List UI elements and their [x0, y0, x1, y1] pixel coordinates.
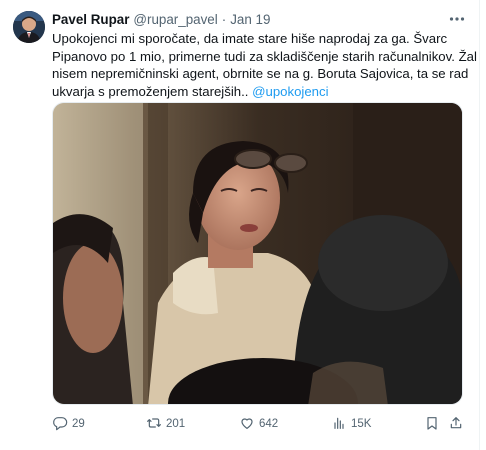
share-button[interactable] — [448, 413, 468, 435]
more-dots-icon[interactable] — [448, 10, 466, 28]
tweet-date[interactable]: Jan 19 — [230, 12, 270, 27]
tweet-text-line-last: ukvarja s premoženjem starejših.. @upoko… — [52, 83, 457, 101]
share-icon — [448, 415, 468, 434]
repost-count: 201 — [166, 418, 186, 430]
bookmark-icon — [424, 415, 444, 434]
repost-button[interactable]: 201 — [146, 413, 185, 435]
bookmark-button[interactable] — [424, 413, 444, 435]
views-button[interactable]: 15K — [331, 413, 371, 435]
mention-link[interactable]: @upokojenci — [252, 84, 328, 99]
tweet-photo[interactable] — [52, 102, 463, 405]
heart-icon — [239, 415, 259, 434]
reply-button[interactable]: 29 — [52, 413, 85, 435]
author-name[interactable]: Pavel Rupar — [52, 12, 129, 27]
tweet-text: Upokojenci mi sporočate, da imate stare … — [52, 30, 477, 101]
separator-dot: · — [221, 11, 227, 27]
tweet-header: Pavel Rupar @rupar_pavel · Jan 19 — [52, 10, 270, 28]
like-count: 642 — [259, 418, 279, 430]
avatar[interactable] — [13, 11, 45, 43]
tweet-text-line: nisem nepremičninski agent, obrnite se n… — [52, 66, 469, 81]
timeline-border — [479, 0, 480, 450]
views-count: 15K — [351, 418, 372, 430]
reply-count: 29 — [72, 418, 85, 430]
tweet-text-tail: ukvarja s premoženjem starejših.. — [52, 83, 253, 99]
tweet-text-line: Pipanovo po 1 mio, primerne tudi za skla… — [52, 48, 477, 64]
repost-icon — [146, 415, 166, 434]
reply-icon — [52, 415, 72, 434]
like-button[interactable]: 642 — [239, 413, 278, 435]
views-icon — [331, 415, 351, 434]
tweet-text-line: Upokojenci mi sporočate, da imate stare … — [52, 31, 448, 46]
author-handle[interactable]: @rupar_pavel — [133, 12, 217, 27]
action-bar: 29 201 642 15K — [52, 413, 464, 435]
